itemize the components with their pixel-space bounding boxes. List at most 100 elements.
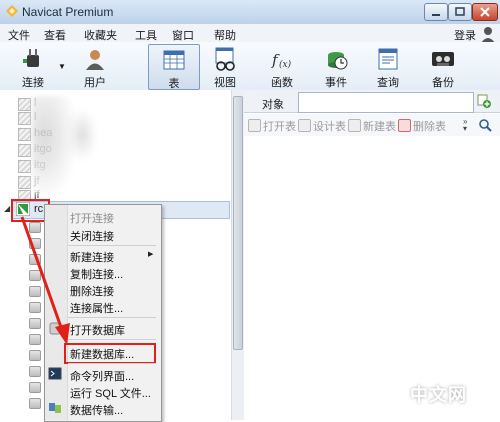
menu-item-new-connection[interactable]: 新建连接 [70,249,114,265]
tab-objects[interactable]: 对象 [262,96,284,112]
database-item[interactable] [29,318,41,329]
new-object-icon[interactable] [477,94,491,108]
database-item[interactable] [29,238,41,249]
open-database-icon [49,322,61,335]
connection-icon [18,112,31,125]
delete-table-icon [398,119,411,132]
menu-file[interactable]: 文件 [8,27,30,43]
menu-item-open-connection[interactable]: 打开连接 [70,210,114,226]
function-label: 函数 [271,77,293,89]
database-item[interactable] [29,286,41,297]
menu-window[interactable]: 窗口 [172,27,194,43]
connection-dropdown-arrow-icon[interactable]: ▼ [58,62,66,71]
menu-view[interactable]: 查看 [44,27,66,43]
close-icon [480,7,490,17]
database-item[interactable] [29,382,41,393]
backup-button[interactable]: 备份 [418,44,468,89]
event-clock-icon [328,52,348,70]
tree-scrollbar-thumb[interactable] [233,96,243,350]
svg-text:php: php [375,382,401,398]
menu-separator [68,363,156,364]
design-table-label: 设计表 [313,121,346,133]
database-icon [29,398,41,409]
menu-item-close-connection[interactable]: 关闭连接 [70,228,114,244]
delete-table-label: 删除表 [413,121,446,133]
event-button[interactable]: 事件 [311,44,361,89]
new-table-icon [348,119,361,132]
menu-bar: 文件 查看 收藏夹 工具 窗口 帮助 登录 [0,24,500,44]
view-button[interactable]: 视图 [200,44,250,89]
user-button[interactable]: 用户 [70,44,120,89]
minimize-button[interactable] [424,3,448,21]
menu-separator [68,339,156,340]
submenu-arrow-icon: ▶ [148,251,154,258]
database-icon [29,382,41,393]
view-label: 视图 [214,77,236,89]
object-search-input[interactable] [298,92,474,113]
table-icon [163,50,185,70]
delete-table-button[interactable]: 删除表 [398,118,446,134]
annotation-highlight-box [64,343,156,364]
connection-icon [18,160,31,173]
menu-favorites[interactable]: 收藏夹 [84,27,117,43]
view-icon [215,47,235,71]
menu-item-open-database[interactable]: 打开数据库 [70,322,125,338]
open-table-button[interactable]: 打开表 [248,118,296,134]
menu-item-copy-connection[interactable]: 复制连接... [70,266,123,282]
menu-item-delete-connection[interactable]: 删除连接 [70,283,114,299]
database-item[interactable] [29,270,41,281]
search-icon[interactable] [478,118,492,132]
connection-icon [18,176,31,189]
plug-icon [23,49,39,67]
function-button[interactable]: f (x) 函数 [257,44,307,89]
user-label: 用户 [84,77,106,89]
database-icon [29,334,41,345]
database-item[interactable] [29,302,41,313]
object-panel [244,90,500,420]
database-icon [29,270,41,281]
new-table-button[interactable]: 新建表 [348,118,396,134]
close-button[interactable] [472,3,498,21]
design-table-icon [298,119,311,132]
toolbar-overflow-icon[interactable]: » ▾ [463,118,467,133]
event-label: 事件 [325,77,347,89]
connection-icon [18,98,31,111]
database-item[interactable] [29,366,41,377]
login-link[interactable]: 登录 [454,27,476,43]
database-icon [29,238,41,249]
database-item[interactable] [29,398,41,409]
database-icon [29,254,41,265]
menu-item-data-transfer[interactable]: 数据传输... [70,402,123,418]
maximize-button[interactable] [448,3,472,21]
menu-separator [68,245,156,246]
navicat-logo-icon [6,5,18,17]
new-table-label: 新建表 [363,121,396,133]
database-item[interactable] [29,334,41,345]
main-toolbar: 连接 ▼ 用户 表 视图 f (x) 函数 事件 查询 备份 [0,42,500,91]
table-button[interactable]: 表 [148,44,200,90]
expand-arrow-icon[interactable]: ◢ [4,204,10,213]
menu-item-connection-properties[interactable]: 连接属性... [70,300,123,316]
menu-help[interactable]: 帮助 [214,27,236,43]
database-item[interactable] [29,254,41,265]
menu-item-command-line[interactable]: 命令列界面... [70,368,134,384]
query-button[interactable]: 查询 [363,44,413,89]
query-label: 查询 [377,77,399,89]
account-icon[interactable] [478,24,498,44]
context-menu-icon-gutter [45,205,68,420]
database-item[interactable] [29,222,41,233]
design-table-button[interactable]: 设计表 [298,118,346,134]
backup-tape-icon [432,52,454,66]
database-item[interactable] [29,350,41,361]
menu-separator [68,317,156,318]
database-icon [29,318,41,329]
connection-icon [18,128,31,141]
data-transfer-icon [49,403,61,413]
connection-button[interactable]: 连接 [8,44,58,89]
maximize-icon [455,7,465,16]
database-icon [29,286,41,297]
menu-tools[interactable]: 工具 [135,27,157,43]
menu-item-run-sql-file[interactable]: 运行 SQL 文件... [70,385,151,401]
window-title: Navicat Premium [22,5,114,19]
query-icon [378,48,398,70]
